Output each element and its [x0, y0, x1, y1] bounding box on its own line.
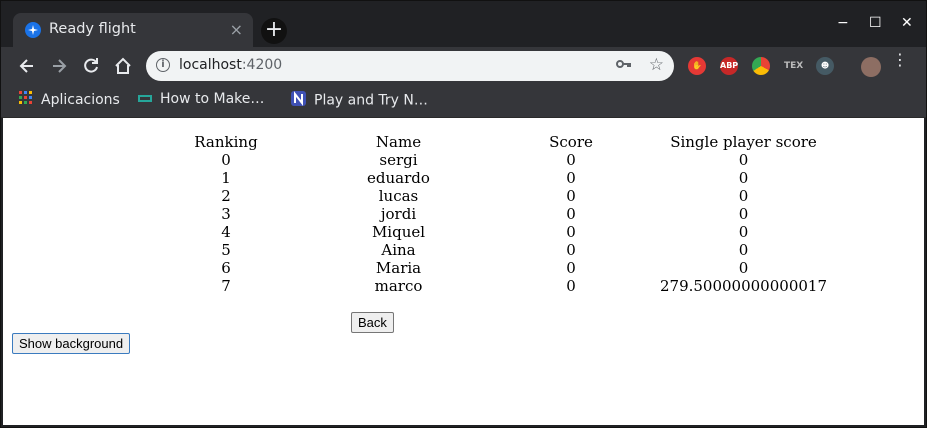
table-row: 2 lucas 0 0	[141, 187, 831, 205]
stop-extension-icon[interactable]: ✋	[688, 57, 706, 75]
table-row: 1 eduardo 0 0	[141, 169, 831, 187]
cell-ranking: 0	[221, 151, 231, 169]
back-button[interactable]: Back	[351, 312, 394, 333]
cell-single-player-score: 0	[738, 259, 749, 277]
header-name: Name	[375, 133, 422, 151]
forward-icon[interactable]	[49, 56, 69, 76]
ranking-table: Ranking Name Score Single player score 0…	[141, 133, 831, 295]
bookmark-aplicacions[interactable]: Aplicacions	[19, 91, 120, 109]
cell-ranking: 1	[221, 169, 231, 187]
browser-toolbar: i localhost:4200 ☆ ✋ ABP TEX ☻ ⋮	[1, 47, 926, 85]
bookmark-label: Play and Try N…	[314, 92, 428, 109]
cell-ranking: 4	[221, 223, 231, 241]
maximize-button[interactable]: ☐	[869, 15, 882, 31]
n-logo-icon	[291, 91, 306, 110]
cell-single-player-score: 0	[738, 187, 749, 205]
url-host: localhost	[179, 57, 242, 73]
browser-window: Ready flight × + − ☐ ✕ i localhost:4200 …	[0, 0, 927, 428]
show-background-button[interactable]: Show background	[12, 333, 131, 354]
cell-ranking: 3	[221, 205, 231, 223]
bookmark-play-and-try[interactable]: Play and Try N…	[291, 91, 428, 110]
spy-extension-icon[interactable]: ☻	[816, 57, 834, 75]
bookmark-site-icon	[138, 91, 152, 107]
cell-single-player-score: 0	[738, 205, 749, 223]
url-text: localhost:4200	[179, 57, 282, 73]
cell-score: 0	[566, 277, 576, 295]
cell-ranking: 5	[221, 241, 231, 259]
cell-ranking: 2	[221, 187, 231, 205]
table-row: 3 jordi 0 0	[141, 205, 831, 223]
header-ranking: Ranking	[194, 133, 258, 151]
cell-name: Aina	[381, 241, 416, 259]
table-row: 6 Maria 0 0	[141, 259, 831, 277]
table-row: 5 Aina 0 0	[141, 241, 831, 259]
info-icon[interactable]: i	[156, 58, 170, 72]
cell-single-player-score: 0	[738, 169, 749, 187]
cell-score: 0	[566, 223, 576, 241]
home-icon[interactable]	[113, 56, 133, 76]
cell-ranking: 7	[221, 277, 231, 295]
chrome-extension-icon[interactable]	[752, 57, 770, 75]
back-icon[interactable]	[17, 56, 37, 76]
profile-avatar[interactable]	[861, 57, 881, 77]
cell-name: lucas	[378, 187, 419, 205]
bookmark-label: Aplicacions	[41, 92, 120, 108]
table-row: 4 Miquel 0 0	[141, 223, 831, 241]
apps-grid-icon	[19, 91, 33, 109]
cell-score: 0	[566, 241, 576, 259]
adblock-extension-icon[interactable]: ABP	[720, 57, 738, 75]
tex-extension-icon[interactable]: TEX	[784, 57, 803, 75]
cell-name: Maria	[375, 259, 422, 277]
cell-name: eduardo	[367, 169, 430, 187]
tab-ready-flight[interactable]: Ready flight ×	[13, 13, 253, 47]
address-bar[interactable]: i localhost:4200 ☆	[146, 51, 674, 81]
bookmark-label: How to Make…	[160, 91, 265, 107]
key-icon[interactable]	[616, 58, 632, 74]
cell-score: 0	[566, 151, 576, 169]
cell-single-player-score: 0	[738, 241, 749, 259]
airplane-icon	[25, 22, 41, 38]
cell-score: 0	[566, 259, 576, 277]
cell-single-player-score: 0	[738, 151, 749, 169]
table-row: 0 sergi 0 0	[141, 151, 831, 169]
table-header-row: Ranking Name Score Single player score	[141, 133, 831, 151]
star-icon[interactable]: ☆	[649, 55, 664, 75]
cell-single-player-score: 279.50000000000017	[659, 277, 827, 295]
cell-single-player-score: 0	[738, 223, 749, 241]
close-tab-icon[interactable]: ×	[230, 20, 243, 39]
reload-icon[interactable]	[81, 56, 101, 76]
table-row: 7 marco 0 279.50000000000017	[141, 277, 831, 295]
page-content: Ranking Name Score Single player score 0…	[3, 118, 924, 425]
cell-ranking: 6	[221, 259, 231, 277]
cell-name: jordi	[380, 205, 417, 223]
cell-score: 0	[566, 205, 576, 223]
cell-name: marco	[374, 277, 423, 295]
ranking-table-body: 0 sergi 0 0 1 eduardo 0 0 2 lucas 0 0 3 jordi 0 0 4 Mique…	[141, 151, 831, 295]
cell-score: 0	[566, 187, 576, 205]
menu-icon[interactable]: ⋮	[892, 52, 908, 68]
bookmark-how-to-make[interactable]: How to Make…	[138, 91, 264, 107]
new-tab-button[interactable]: +	[261, 18, 287, 44]
cell-score: 0	[566, 169, 576, 187]
header-single-player-score: Single player score	[670, 133, 817, 151]
header-score: Score	[549, 133, 593, 151]
tab-title: Ready flight	[49, 21, 136, 37]
minimize-button[interactable]: −	[837, 15, 849, 31]
bookmarks-bar: Aplicacions How to Make… Play and Try N…	[1, 85, 926, 118]
tab-strip: Ready flight × + − ☐ ✕	[1, 1, 926, 47]
url-port: :4200	[241, 57, 283, 73]
cell-name: sergi	[379, 151, 418, 169]
close-window-button[interactable]: ✕	[901, 15, 913, 31]
cell-name: Miquel	[371, 223, 426, 241]
